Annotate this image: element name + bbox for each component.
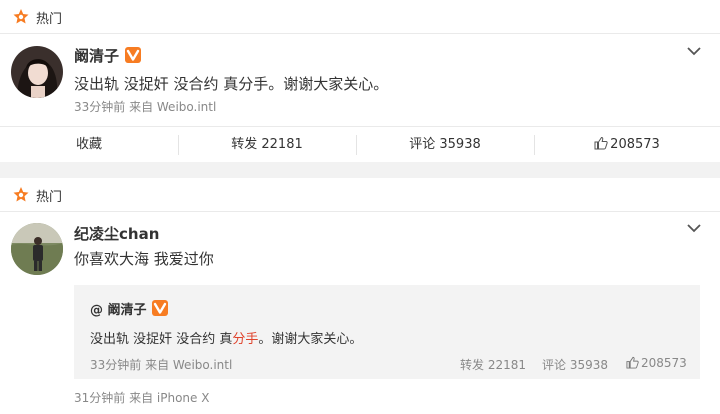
quoted-highlight: 分手 (232, 332, 259, 347)
post-text: 你喜欢大海 我爱过你 (74, 250, 214, 268)
post-card-1: 热门 阚清子 没出轨 没捉奸 没合约 真分手。谢谢大家关心。 33分钟前 来自 … (0, 0, 720, 162)
username[interactable]: 纪凌尘chan (74, 223, 159, 244)
hot-icon (13, 187, 29, 202)
avatar[interactable] (11, 223, 63, 275)
repost-button[interactable]: 转发 22181 (178, 127, 356, 162)
post-card-2: 热门 纪凌尘chan 你喜欢大海 我爱过你 @ 阚清子 没出轨 没捉奸 没合约 … (0, 178, 720, 414)
quoted-post[interactable]: @ 阚清子 没出轨 没捉奸 没合约 真分手。谢谢大家关心。 33分钟前 来自 W… (74, 285, 700, 379)
action-bar: 收藏 转发 22181 评论 35938 208573 (0, 126, 720, 162)
thumb-up-icon (626, 356, 639, 369)
chevron-down-icon[interactable] (686, 46, 702, 56)
hot-header: 热门 (0, 178, 720, 212)
quoted-meta[interactable]: 33分钟前 来自 Weibo.intl (90, 356, 232, 373)
quoted-text: 没出轨 没捉奸 没合约 真分手。谢谢大家关心。 (90, 332, 363, 347)
favorite-button[interactable]: 收藏 (0, 127, 178, 162)
quoted-like-count: 208573 (641, 356, 687, 370)
quoted-like-button[interactable]: 208573 (626, 356, 687, 370)
hot-label: 热门 (36, 190, 63, 205)
post-text: 没出轨 没捉奸 没合约 真分手。谢谢大家关心。 (74, 75, 389, 93)
vip-badge-icon (152, 300, 168, 316)
vip-badge-icon (125, 47, 141, 63)
username[interactable]: 阚清子 (74, 45, 119, 66)
chevron-down-icon[interactable] (686, 223, 702, 233)
hot-header: 热门 (0, 0, 720, 34)
quoted-repost-button[interactable]: 转发 22181 (460, 356, 526, 373)
thumb-up-icon (594, 136, 608, 150)
hot-label: 热门 (36, 12, 63, 27)
post-meta[interactable]: 33分钟前 来自 Weibo.intl (74, 98, 216, 115)
hot-icon (13, 9, 29, 24)
comment-button[interactable]: 评论 35938 (356, 127, 534, 162)
quoted-comment-button[interactable]: 评论 35938 (542, 356, 608, 373)
quoted-username[interactable]: @ 阚清子 (90, 299, 147, 318)
like-count: 208573 (610, 137, 660, 152)
avatar[interactable] (11, 46, 63, 98)
post-meta[interactable]: 31分钟前 来自 iPhone X (74, 389, 209, 406)
like-button[interactable]: 208573 (534, 127, 720, 162)
